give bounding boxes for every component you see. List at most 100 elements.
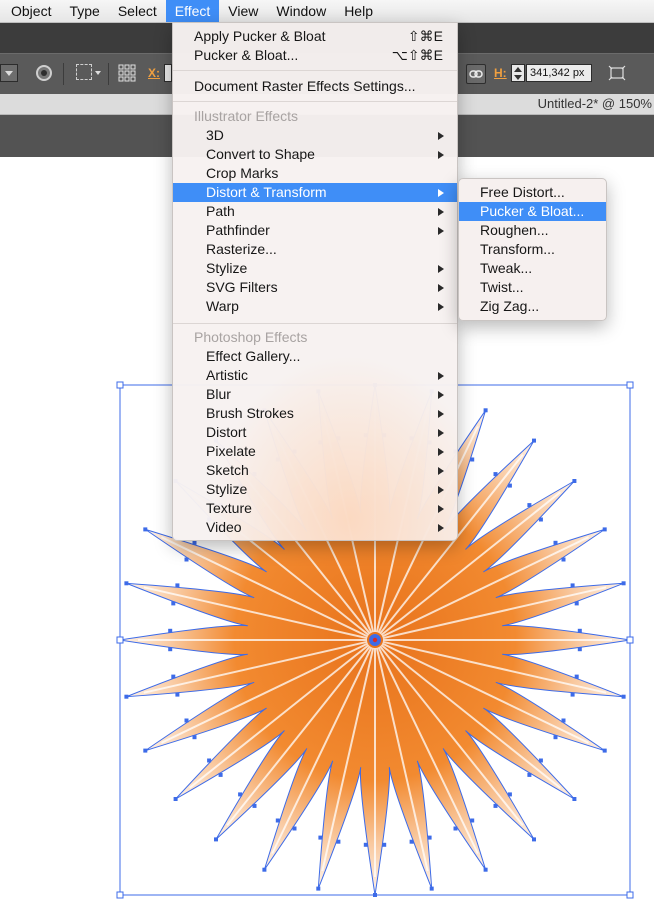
submenu-item-twist[interactable]: Twist... (459, 278, 606, 297)
photoshop-item-pixelate[interactable]: Pixelate (173, 442, 457, 461)
submenu-item-transform[interactable]: Transform... (459, 240, 606, 259)
anchor-point (577, 628, 582, 633)
submenu-arrow-icon (438, 132, 444, 140)
divider (63, 63, 64, 85)
submenu-arrow-icon (438, 303, 444, 311)
illus-item-svg-filters[interactable]: SVG Filters (173, 278, 457, 297)
anchor-point (527, 772, 532, 777)
anchor-point (572, 479, 577, 483)
anchor-point (171, 601, 176, 606)
illus-item-crop-marks[interactable]: Crop Marks (173, 164, 457, 183)
arrow-down-icon (514, 75, 522, 80)
anchor-point (143, 748, 148, 753)
anchor-point (292, 826, 297, 831)
x-label: X: (148, 66, 160, 80)
anchor-point (553, 540, 558, 545)
photoshop-item-distort[interactable]: Distort (173, 423, 457, 442)
illus-item-3d[interactable]: 3D (173, 126, 457, 145)
submenu-arrow-icon (438, 467, 444, 475)
menu-bar: Object Type Select Effect View Window He… (0, 0, 654, 23)
anchor-point (574, 674, 579, 679)
anchor-point (175, 692, 180, 697)
menu-separator (173, 101, 457, 102)
arrow-up-icon (514, 67, 522, 72)
photoshop-item-video[interactable]: Video (173, 518, 457, 537)
h-stepper[interactable] (511, 64, 525, 82)
anchor-point (470, 457, 475, 462)
photoshop-item-blur[interactable]: Blur (173, 385, 457, 404)
anchor-point (538, 758, 543, 763)
menu-object[interactable]: Object (2, 0, 60, 22)
submenu-item-free-distort[interactable]: Free Distort... (459, 183, 606, 202)
submenu-arrow-icon (438, 151, 444, 159)
pucker-bloat-settings-item[interactable]: Pucker & Bloat... ⌥⇧⌘E (173, 46, 457, 65)
transform-options-icon[interactable] (608, 65, 626, 81)
anchor-point (570, 692, 575, 697)
menu-select[interactable]: Select (109, 0, 166, 22)
anchor-point (538, 517, 543, 522)
recolor-icon[interactable] (36, 65, 52, 81)
submenu-item-tweak[interactable]: Tweak... (459, 259, 606, 278)
photoshop-item-brush-strokes[interactable]: Brush Strokes (173, 404, 457, 423)
illus-item-warp[interactable]: Warp (173, 297, 457, 316)
photoshop-item-sketch[interactable]: Sketch (173, 461, 457, 480)
anchor-point (363, 842, 368, 847)
submenu-item-roughen[interactable]: Roughen... (459, 221, 606, 240)
anchor-point (621, 694, 626, 699)
anchor-point (252, 803, 257, 808)
illus-item-path[interactable]: Path (173, 202, 457, 221)
photoshop-item-artistic[interactable]: Artistic (173, 366, 457, 385)
submenu-arrow-icon (438, 429, 444, 437)
document-tab[interactable]: Untitled-2* @ 150% (538, 96, 652, 111)
document-raster-settings-item[interactable]: Document Raster Effects Settings... (173, 77, 457, 96)
illus-item-pathfinder[interactable]: Pathfinder (173, 221, 457, 240)
submenu-item-pucker-and-bloat[interactable]: Pucker & Bloat... (459, 202, 606, 221)
anchor-point (483, 408, 488, 413)
menu-type[interactable]: Type (60, 0, 108, 22)
anchor-point (184, 557, 189, 562)
submenu-arrow-icon (438, 505, 444, 513)
menu-help[interactable]: Help (335, 0, 382, 22)
h-field[interactable]: 341,342 px (526, 64, 592, 82)
chevron-down-icon (95, 71, 101, 75)
anchor-point (507, 483, 512, 488)
submenu-arrow-icon (438, 372, 444, 380)
menu-effect[interactable]: Effect (165, 0, 220, 22)
anchor-point (602, 748, 607, 753)
constrain-proportions-button[interactable] (466, 64, 486, 84)
anchor-point (621, 581, 626, 586)
illus-item-distort-and-transform[interactable]: Distort & Transform (173, 183, 457, 202)
anchor-point (427, 835, 432, 840)
anchor-point (175, 583, 180, 588)
photoshop-item-texture[interactable]: Texture (173, 499, 457, 518)
distort-transform-submenu: Free Distort... Pucker & Bloat... Roughen.… (458, 178, 607, 321)
illustrator-effects-header: Illustrator Effects (194, 108, 299, 124)
menu-window[interactable]: Window (267, 0, 335, 22)
menu-separator (173, 70, 457, 71)
apply-pucker-bloat-item[interactable]: Apply Pucker & Bloat ⇧⌘E (173, 27, 457, 46)
submenu-arrow-icon (438, 227, 444, 235)
photoshop-effects-header: Photoshop Effects (194, 329, 308, 345)
photoshop-item-stylize[interactable]: Stylize (173, 480, 457, 499)
x-field[interactable] (164, 64, 172, 82)
transform-icon[interactable] (76, 64, 92, 80)
photoshop-item-effect-gallery[interactable]: Effect Gallery... (173, 347, 457, 366)
anchor-point (532, 837, 536, 842)
submenu-arrow-icon (438, 284, 444, 292)
submenu-arrow-icon (438, 448, 444, 456)
effect-menu: Apply Pucker & Bloat ⇧⌘E Pucker & Bloat.… (172, 22, 458, 541)
chevron-down-icon (5, 71, 13, 76)
anchor-point (124, 694, 129, 699)
menu-view[interactable]: View (219, 0, 267, 22)
submenu-item-zig-zag[interactable]: Zig Zag... (459, 297, 606, 316)
anchor-point (207, 758, 212, 763)
submenu-arrow-icon (438, 265, 444, 273)
anchor-point (316, 886, 321, 891)
reference-point-icon[interactable] (118, 64, 136, 82)
shortcut-label: ⌥⇧⌘E (391, 47, 443, 63)
illus-item-convert-to-shape[interactable]: Convert to Shape (173, 145, 457, 164)
anchor-point (561, 557, 566, 562)
dropdown-button[interactable] (0, 64, 18, 82)
illus-item-stylize[interactable]: Stylize (173, 259, 457, 278)
illus-item-rasterize[interactable]: Rasterize... (173, 240, 457, 259)
